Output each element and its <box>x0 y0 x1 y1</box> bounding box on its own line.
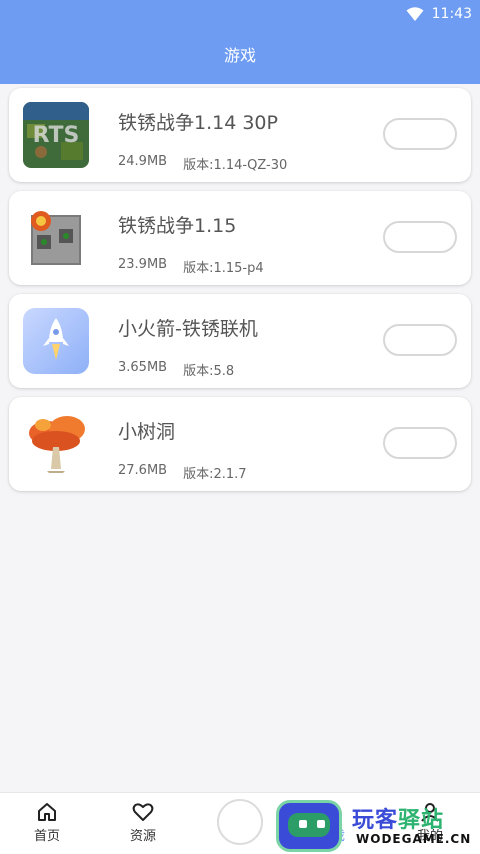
game-card[interactable]: 小树洞 27.6MB 版本:2.1.7 <box>9 397 471 491</box>
rocket-icon <box>23 308 89 374</box>
game-version: 版本:1.15-p4 <box>183 261 264 276</box>
game-card[interactable]: RTS 铁锈战争1.14 30P 24.9MB 版本:1.14-QZ-30 <box>9 88 471 182</box>
games-icon <box>323 803 341 821</box>
game-size: 3.65MB <box>118 360 168 375</box>
rts-game-icon: RTS <box>23 102 89 168</box>
game-card[interactable]: 小火箭-铁锈联机 3.65MB 版本:5.8 <box>9 294 471 388</box>
status-bar: 11:43 <box>406 0 472 28</box>
svg-text:RTS: RTS <box>33 123 80 148</box>
heart-icon <box>132 803 154 821</box>
header-bar: 11:43 游戏 <box>0 0 480 84</box>
game-list: RTS 铁锈战争1.14 30P 24.9MB 版本:1.14-QZ-30 铁锈… <box>9 88 471 500</box>
game-meta: 27.6MB 版本:2.1.7 <box>118 463 247 482</box>
game-version: 版本:1.14-QZ-30 <box>183 158 288 173</box>
game-name: 小火箭-铁锈联机 <box>118 318 258 340</box>
game-meta: 23.9MB 版本:1.15-p4 <box>118 257 264 276</box>
action-button[interactable] <box>383 118 457 150</box>
center-action-button[interactable] <box>217 799 263 845</box>
game-meta: 3.65MB 版本:5.8 <box>118 360 234 379</box>
nav-item-resources[interactable]: 资源 <box>113 801 173 844</box>
nav-item-games[interactable]: 游戏 <box>302 801 362 844</box>
nav-home-label: 首页 <box>33 829 60 844</box>
game-version: 版本:5.8 <box>183 364 235 379</box>
nav-mine-label: 我的 <box>416 829 443 844</box>
game-size: 23.9MB <box>118 257 168 272</box>
game-name: 小树洞 <box>118 421 176 443</box>
app-root: 11:43 游戏 RTS 铁锈战争1.14 30P 24.9MB 版本:1.14… <box>0 0 480 854</box>
action-button[interactable] <box>383 221 457 253</box>
page-title: 游戏 <box>223 46 256 65</box>
nav-item-mine[interactable]: 我的 <box>400 801 460 844</box>
action-button[interactable] <box>383 324 457 356</box>
game-card[interactable]: 铁锈战争1.15 23.9MB 版本:1.15-p4 <box>9 191 471 285</box>
user-icon <box>421 803 439 822</box>
game-name: 铁锈战争1.14 30P <box>118 112 278 134</box>
bottom-nav: 首页 资源 游戏 我的 <box>0 792 480 854</box>
action-button[interactable] <box>383 427 457 459</box>
nav-games-label: 游戏 <box>318 829 345 844</box>
game-size: 24.9MB <box>118 154 168 169</box>
game-meta: 24.9MB 版本:1.14-QZ-30 <box>118 154 287 173</box>
game-version: 版本:2.1.7 <box>183 467 247 482</box>
nav-resources-label: 资源 <box>129 829 156 844</box>
game-name: 铁锈战争1.15 <box>118 215 237 237</box>
home-icon <box>38 803 56 821</box>
nav-item-home[interactable]: 首页 <box>17 801 77 844</box>
wifi-icon <box>406 7 424 21</box>
status-time: 11:43 <box>431 6 472 22</box>
tank-explosion-icon <box>23 205 89 271</box>
game-size: 27.6MB <box>118 463 168 478</box>
tree-icon <box>23 411 89 477</box>
